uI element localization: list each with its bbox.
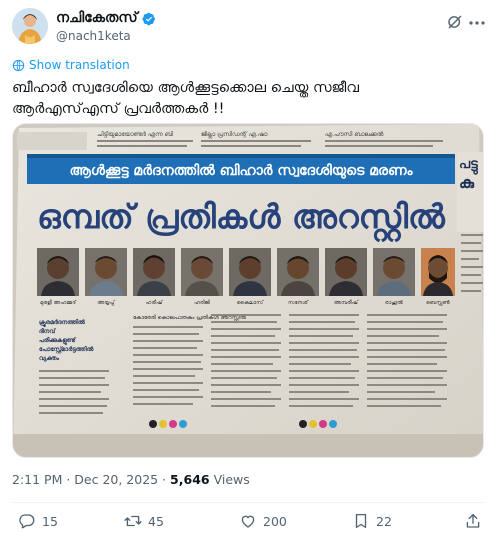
suspect-caption: കൈലാസ്	[237, 300, 265, 306]
tweet-text: ബീഹാർ സ്വദേശിയെ ആൾക്കൂട്ടക്കൊല ചെയ്ത സജീ…	[12, 78, 482, 120]
side-snippet-line: ക്രൂരമർദനത്തിൽ	[39, 319, 85, 327]
side-snippet-line: പരിക്കുകളുണ്ട്	[39, 337, 77, 345]
action-bar: 15 45 200 22	[12, 512, 485, 534]
reply-icon	[19, 514, 35, 529]
side-snippet-line: ദിനവ്	[39, 328, 57, 335]
suspect-caption: ഹരീഷ്	[146, 299, 164, 306]
bookmark-count: 22	[376, 513, 392, 529]
newspaper-headline: ഒമ്പത് പ്രതികൾ അറസ്റ്റിൽ	[37, 197, 446, 243]
side-snippet-line: വ്യക്തം	[39, 355, 60, 362]
like-count: 200	[263, 513, 287, 529]
verified-badge-icon	[141, 12, 155, 25]
share-button[interactable]	[464, 512, 482, 530]
like-button[interactable]: 200	[239, 512, 287, 530]
show-translation-label[interactable]: Show translation	[29, 58, 130, 72]
right-column-text: കു	[459, 173, 475, 192]
divider	[12, 502, 485, 503]
views-count: 5,646	[170, 472, 210, 487]
grok-icon[interactable]	[447, 14, 463, 30]
tweet-line: ബീഹാർ സ്വദേശിയെ ആൾക്കൂട്ടക്കൊല ചെയ്ത സജീ…	[12, 80, 360, 96]
suspect-caption: ബെസ്സൺ	[426, 299, 451, 307]
author-block: നചികേതസ് @nach1keta	[56, 10, 156, 44]
heart-icon	[241, 515, 255, 528]
translate-icon	[12, 59, 25, 71]
suspect-caption: അയ്യപ്പ്	[97, 300, 116, 307]
repost-icon	[124, 515, 142, 527]
tweet-media-image[interactable]: ചിട്ടിയുമായോണ്ടർ എന്ന ബി ജില്ലാ പ്രസിഡന്…	[12, 123, 484, 458]
suspect-caption: സനേശ്	[288, 300, 309, 306]
suspect-caption: അമ്പരീഷ്	[334, 299, 359, 306]
bookmark-button[interactable]: 22	[352, 512, 392, 530]
top-strip-text: ചിട്ടിയുമായോണ്ടർ എന്ന ബി	[97, 131, 174, 138]
reply-count: 15	[42, 513, 58, 529]
suspect-caption: ഹരിജി	[194, 299, 211, 306]
author-handle[interactable]: @nach1keta	[56, 28, 156, 44]
tweet-header: നചികേതസ് @nach1keta	[12, 8, 485, 48]
reply-button[interactable]: 15	[18, 512, 58, 530]
repost-button[interactable]: 45	[124, 512, 164, 530]
tweet-metadata: 2:11 PM · Dec 20, 2025 · 5,646 Views	[12, 472, 250, 487]
author-name-row[interactable]: നചികേതസ്	[56, 10, 156, 27]
avatar-image	[12, 8, 48, 44]
bookmark-icon	[355, 513, 367, 529]
suspect-caption: മുരളീ അഹമ്മദ്	[40, 299, 77, 306]
display-name[interactable]: നചികേതസ്	[56, 10, 138, 27]
show-translation-link[interactable]: Show translation	[12, 58, 130, 72]
more-options-icon[interactable]	[469, 20, 485, 26]
suspect-photo-row	[37, 248, 455, 296]
views-label: Views	[209, 472, 250, 487]
tweet-line: ആർഎസ്എസ് പ്രവർത്തകർ !!	[12, 101, 225, 117]
top-strip-text: എ.പൗസി ബാലക്കൽ	[325, 131, 384, 138]
side-snippet-line: പോസ്റ്റ്മോർട്ടത്തിൽ	[39, 346, 94, 354]
avatar[interactable]	[12, 8, 48, 44]
suspect-caption: രാഹുൽ	[385, 300, 403, 306]
top-strip-text: ജില്ലാ പ്രസിഡന്റ് എ.ഷാ	[201, 131, 268, 139]
newspaper-photo: ചിട്ടിയുമായോണ്ടർ എന്ന ബി ജില്ലാ പ്രസിഡന്…	[13, 124, 483, 457]
repost-count: 45	[148, 513, 164, 529]
timestamp[interactable]: 2:11 PM · Dec 20, 2025 ·	[12, 472, 170, 487]
share-icon	[466, 513, 480, 528]
newspaper-banner: ആൾക്കൂട്ട മർദനത്തിൽ ബിഹാർ സ്വദേശിയുടെ മര…	[70, 163, 414, 179]
